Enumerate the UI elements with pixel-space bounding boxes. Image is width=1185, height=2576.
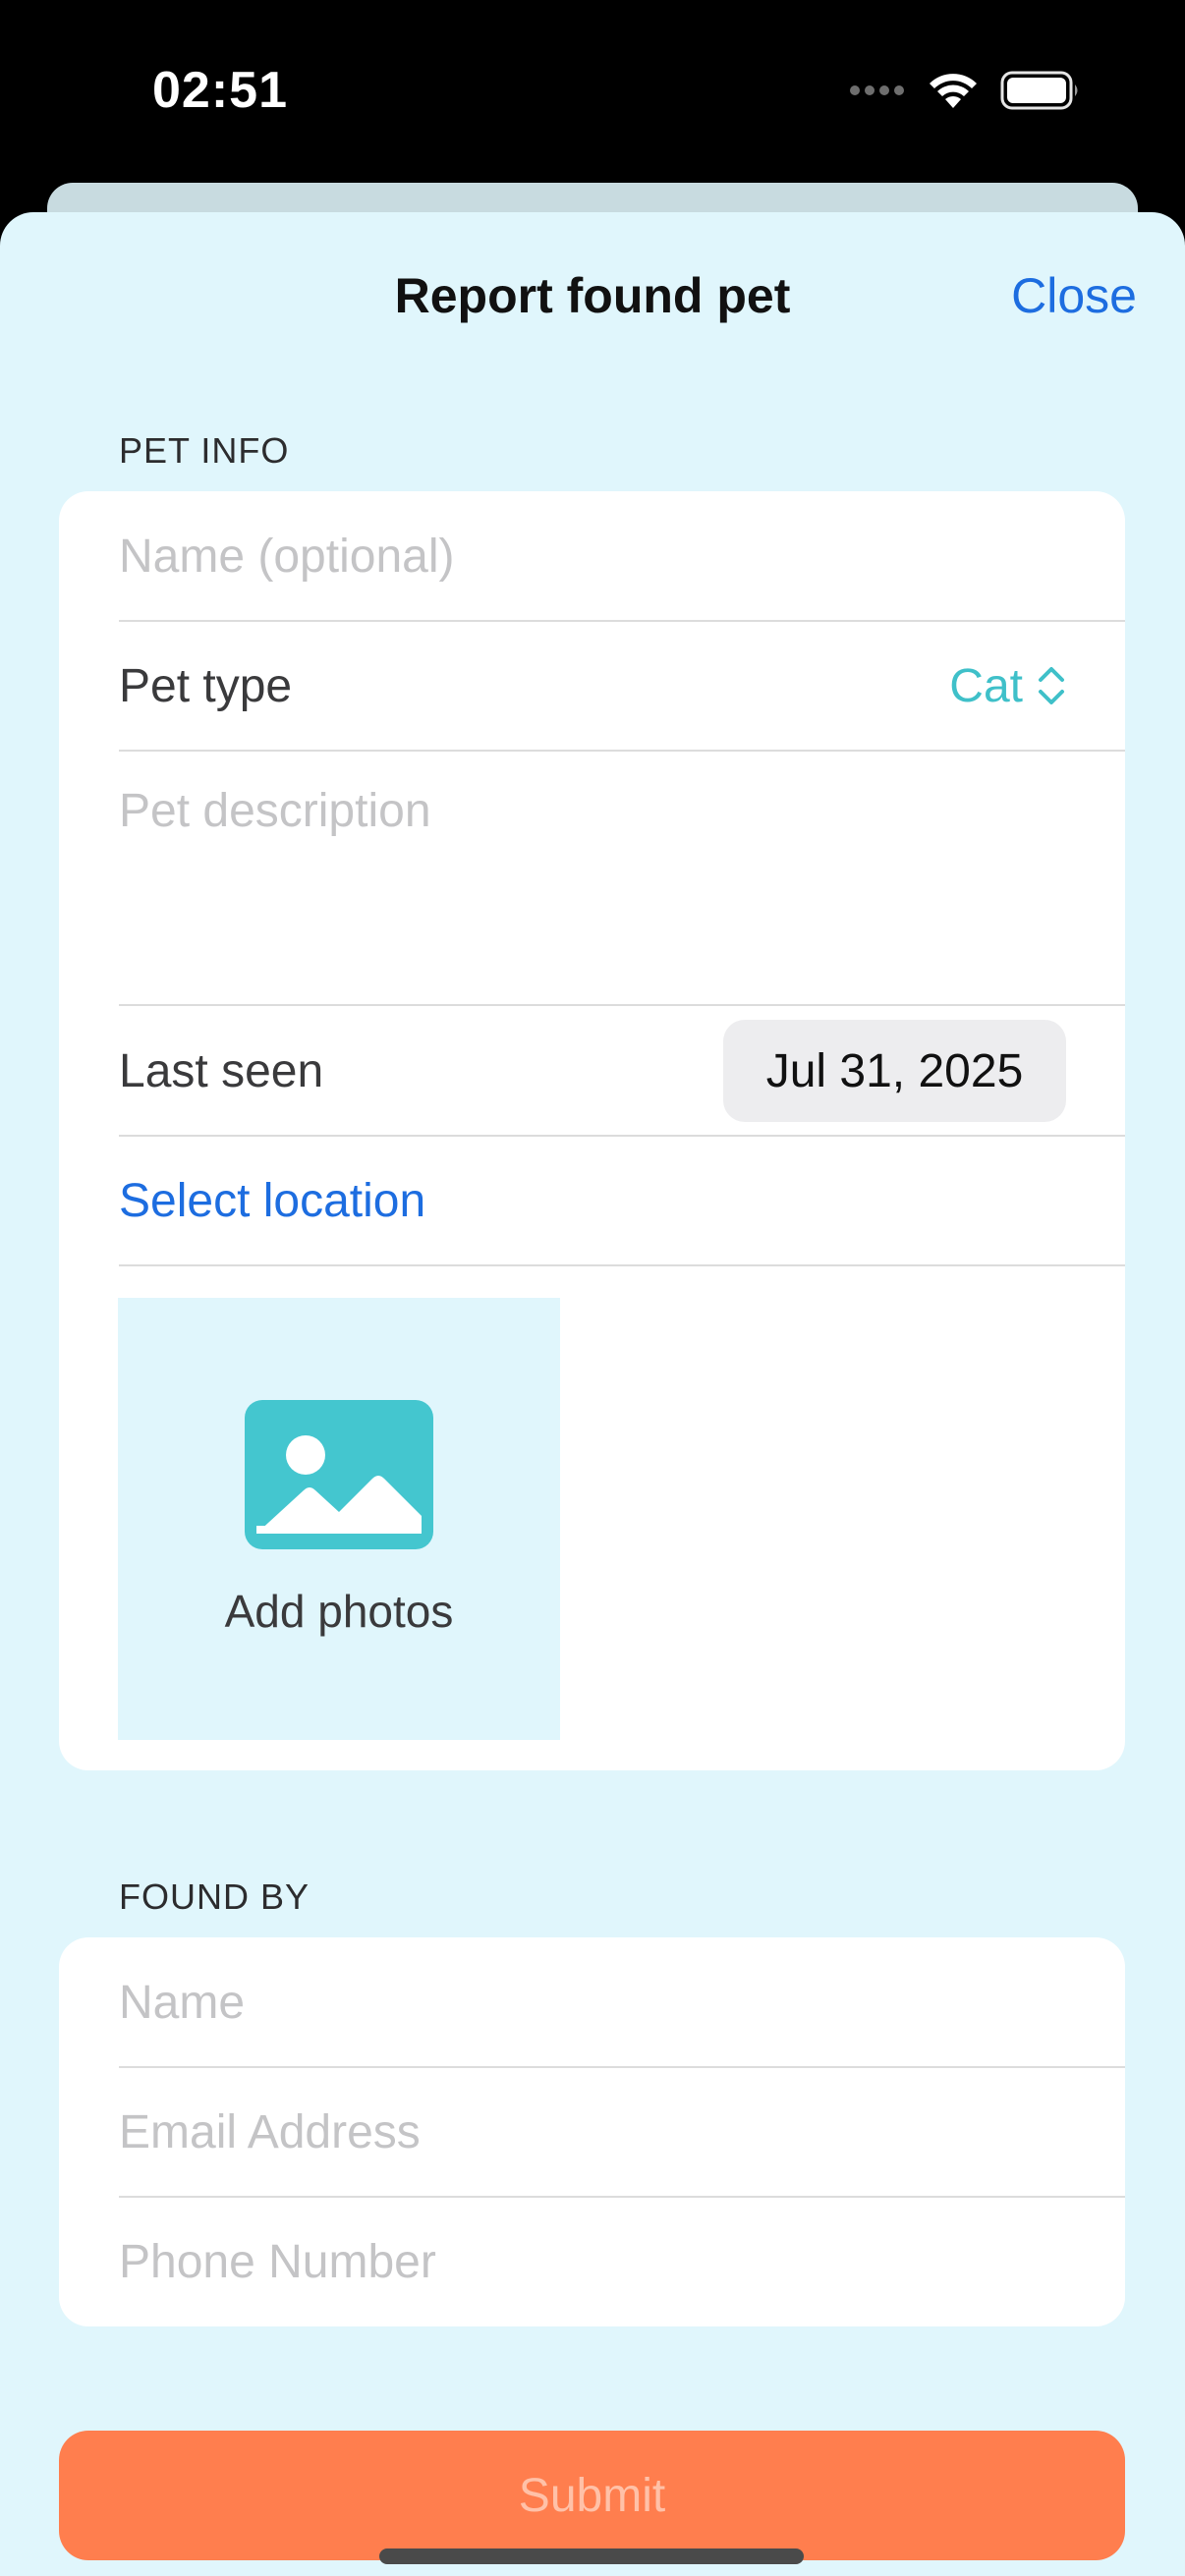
chevron-up-down-icon — [1039, 667, 1064, 704]
pet-info-header: PET INFO — [119, 430, 290, 471]
pet-description-field[interactable]: Pet description — [119, 751, 1125, 1004]
finder-name-placeholder: Name — [119, 1976, 246, 2029]
pet-description-placeholder: Pet description — [119, 785, 431, 837]
last-seen-date-picker[interactable]: Jul 31, 2025 — [723, 1020, 1066, 1122]
photo-icon — [245, 1400, 433, 1549]
divider — [119, 1264, 1125, 1266]
found-by-card: Name Email Address Phone Number — [59, 1937, 1125, 2326]
close-button[interactable]: Close — [1011, 267, 1137, 324]
battery-icon — [1000, 71, 1078, 110]
add-photos-label: Add photos — [224, 1586, 454, 1637]
status-time: 02:51 — [152, 62, 288, 119]
home-indicator — [379, 2548, 804, 2564]
finder-name-field[interactable]: Name — [119, 1937, 1125, 2067]
pet-name-placeholder: Name (optional) — [119, 530, 455, 583]
finder-phone-placeholder: Phone Number — [119, 2235, 436, 2288]
pet-name-field[interactable]: Name (optional) — [119, 491, 1125, 621]
finder-email-field[interactable]: Email Address — [119, 2067, 1125, 2197]
submit-button[interactable]: Submit — [59, 2431, 1125, 2560]
pet-type-row[interactable]: Pet type Cat — [119, 621, 1125, 751]
finder-phone-field[interactable]: Phone Number — [119, 2197, 1125, 2326]
last-seen-row: Last seen Jul 31, 2025 — [119, 1006, 1125, 1136]
wifi-icon — [930, 74, 977, 108]
status-bar: 02:51 — [0, 0, 1185, 187]
report-sheet: Report found pet Close PET INFO Name (op… — [0, 212, 1185, 2576]
pet-type-value: Cat — [949, 659, 1023, 712]
page-title: Report found pet — [394, 268, 791, 323]
select-location-row[interactable]: Select location — [119, 1136, 1125, 1265]
add-photos-button[interactable]: Add photos — [118, 1298, 560, 1740]
finder-email-placeholder: Email Address — [119, 2105, 421, 2158]
pet-type-label: Pet type — [119, 659, 293, 712]
select-location-link[interactable]: Select location — [119, 1174, 425, 1228]
signal-dots-icon — [850, 85, 904, 95]
pet-type-picker[interactable]: Cat — [949, 659, 1066, 713]
last-seen-label: Last seen — [119, 1044, 324, 1097]
status-icons — [849, 71, 1081, 110]
found-by-header: FOUND BY — [119, 1876, 310, 1917]
pet-info-card: Name (optional) Pet type Cat Pet descrip… — [59, 491, 1125, 1770]
